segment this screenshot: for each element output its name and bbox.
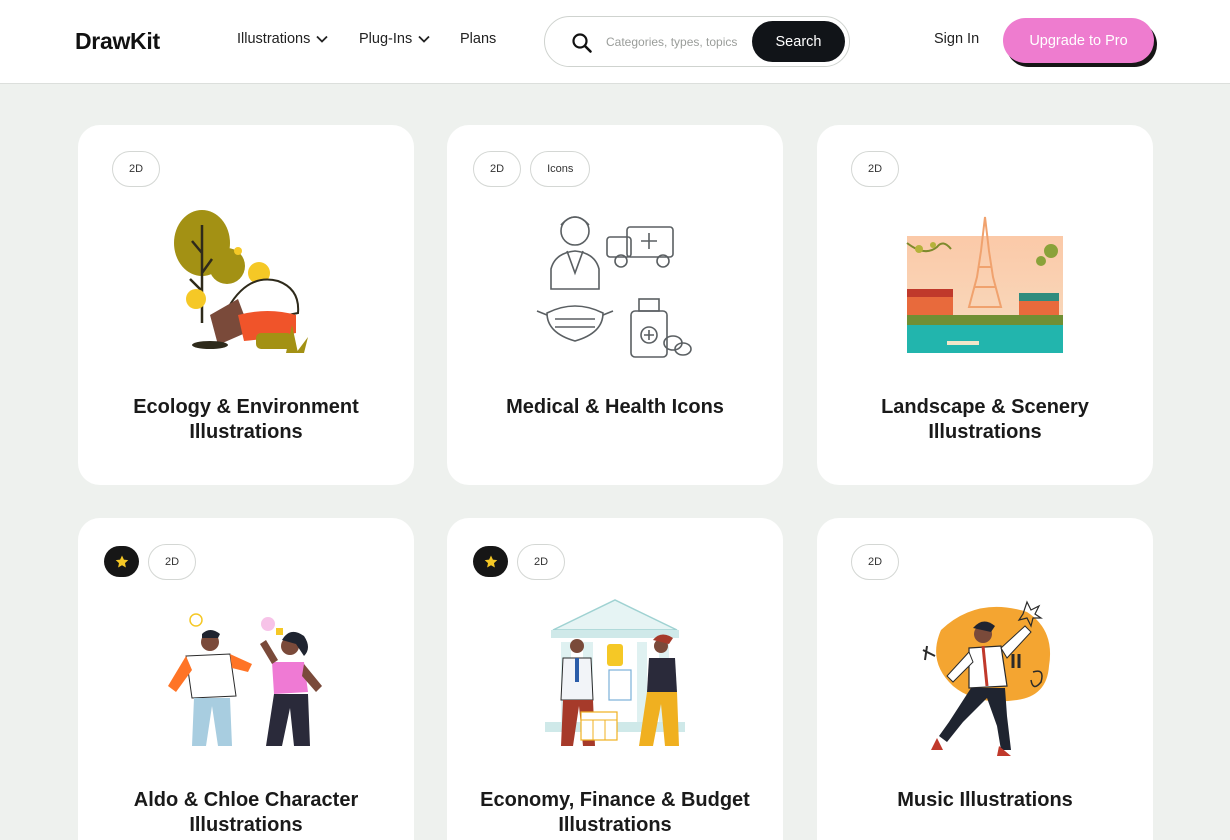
tag-2d: 2D [851,151,900,187]
tag-2d: 2D [517,544,566,580]
card-title: Medical & Health Icons [506,396,724,418]
card-tags: 2D [473,544,566,580]
card-title: Landscape & Scenery Illustrations [881,396,1089,443]
card-tags: 2D [112,151,161,187]
card-landscape[interactable]: 2D Landscape & Scenery Illustrations [817,125,1153,485]
upgrade-to-pro-button[interactable]: Upgrade to Pro [1003,18,1154,63]
tag-icons: Icons [530,151,591,187]
characters-illustration [168,613,322,746]
card-title: Economy, Finance & Budget Illustrations [480,789,750,836]
card-music[interactable]: 2D Music Illustrations [817,518,1153,840]
card-ecology[interactable]: 2D Ecology & Environment Illustrations [78,125,414,485]
drawkit-logo[interactable]: DrawKit [75,28,160,55]
card-tags: 2D [851,544,900,580]
medical-icons-illustration [536,216,692,358]
tag-2d: 2D [112,151,161,187]
sign-in-link[interactable]: Sign In [934,31,979,47]
nav-plans[interactable]: Plans [460,31,496,47]
upgrade-button-wrapper: Upgrade to Pro [1003,18,1157,67]
card-tags: 2D Icons [473,151,591,187]
star-icon [484,555,497,567]
nav-plug-ins-label: Plug-Ins [359,31,413,47]
card-title: Ecology & Environment Illustrations [133,396,359,443]
nav-illustrations[interactable]: Illustrations [237,31,328,47]
search-button[interactable]: Search [752,21,845,62]
card-medical[interactable]: 2D Icons Medical & Health Icons [447,125,783,485]
card-aldo-chloe[interactable]: 2D Aldo & Chloe Character Illustrations [78,518,414,840]
premium-star-badge [473,546,508,577]
star-icon [115,555,128,567]
card-title: Aldo & Chloe Character Illustrations [133,789,359,836]
chevron-down-icon [316,35,328,43]
nav-illustrations-label: Illustrations [237,31,311,47]
card-title: Music Illustrations [897,789,1073,811]
paris-landscape-illustration [906,216,1063,353]
search-bar: Search [544,16,850,67]
card-tags: 2D [104,544,197,580]
tag-2d: 2D [851,544,900,580]
card-economy[interactable]: 2D Economy, Finance & Budget Illustratio… [447,518,783,840]
card-tags: 2D [851,151,900,187]
bank-finance-illustration [545,599,685,746]
music-illustration [922,600,1051,756]
ecology-illustration [174,210,308,353]
nav-plug-ins[interactable]: Plug-Ins [359,31,430,47]
search-icon [572,33,592,53]
tag-2d: 2D [473,151,522,187]
premium-star-badge [104,546,139,577]
search-input[interactable] [606,31,746,53]
top-navbar: DrawKit Illustrations Plug-Ins Plans Sea… [0,0,1230,84]
nav-plans-label: Plans [460,31,497,47]
chevron-down-icon [418,35,430,43]
tag-2d: 2D [148,544,197,580]
